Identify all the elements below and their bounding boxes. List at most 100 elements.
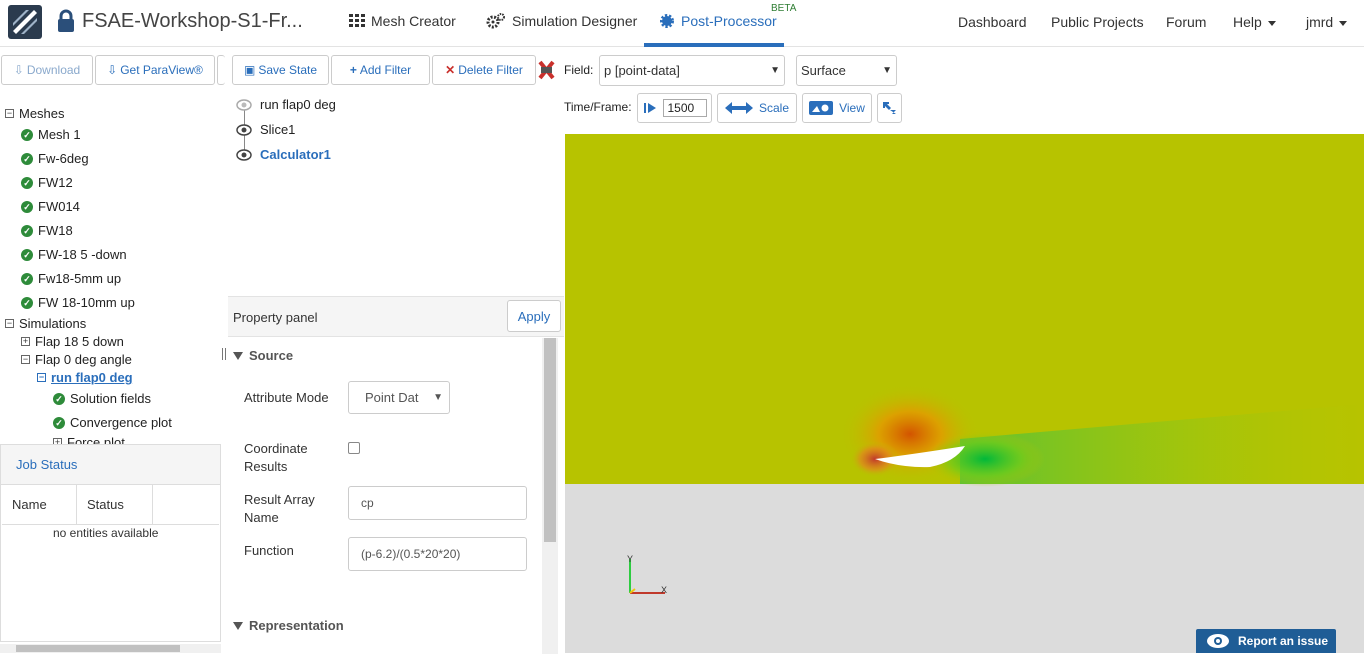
- extra-toolbar-button[interactable]: [217, 55, 225, 85]
- horizontal-arrows-icon: [724, 102, 753, 114]
- tree-result-item[interactable]: ✓ Solution fields: [53, 391, 151, 406]
- tree-label: FW 18-10mm up: [38, 295, 135, 310]
- tree-label: Flap 18 5 down: [35, 334, 124, 349]
- check-circle-icon: ✓: [21, 128, 33, 141]
- tree-meshes[interactable]: − Meshes: [5, 106, 65, 121]
- tree-label: Fw18-5mm up: [38, 271, 122, 286]
- field-select[interactable]: p [point-data] ▼: [599, 55, 785, 86]
- public-projects-link[interactable]: Public Projects: [1051, 14, 1144, 30]
- tree-label: run flap0 deg: [51, 370, 133, 385]
- tree-simulations[interactable]: − Simulations: [5, 316, 86, 331]
- time-frame-control[interactable]: 1500: [637, 93, 712, 123]
- 3d-viewport[interactable]: Y X: [565, 134, 1364, 653]
- column-header-name[interactable]: Name: [2, 485, 77, 525]
- tree-simulation-item[interactable]: + Flap 18 5 down: [21, 334, 124, 349]
- representation-select[interactable]: Surface ▼: [796, 55, 897, 86]
- delete-all-icon[interactable]: [538, 60, 555, 80]
- dropdown-arrow-icon: ▼: [433, 392, 443, 403]
- help-menu[interactable]: Help: [1233, 14, 1276, 30]
- tree-mesh-item[interactable]: ✓ FW12: [21, 175, 73, 190]
- frame-input[interactable]: 1500: [662, 99, 707, 117]
- result-array-name-input[interactable]: cp: [348, 486, 527, 520]
- delete-filter-button[interactable]: ✕ Delete Filter: [432, 55, 536, 85]
- save-state-button[interactable]: ▣ Save State: [232, 55, 329, 85]
- pipeline-item[interactable]: Slice1: [236, 122, 295, 137]
- tree-run-item[interactable]: − run flap0 deg: [37, 370, 133, 385]
- scrollbar-thumb[interactable]: [544, 338, 556, 542]
- user-name: jmrd: [1306, 14, 1334, 30]
- get-paraview-button[interactable]: ⇩ Get ParaView®: [95, 55, 215, 85]
- tree-simulation-item[interactable]: − Flap 0 deg angle: [21, 352, 132, 367]
- reset-camera-button[interactable]: [877, 93, 902, 123]
- forum-link[interactable]: Forum: [1166, 14, 1206, 30]
- function-input[interactable]: (p-6.2)/(0.5*20*20): [348, 537, 527, 571]
- triangle-down-icon: [233, 351, 243, 360]
- check-circle-icon: ✓: [53, 392, 65, 405]
- coordinate-results-label: Coordinate Results: [244, 441, 308, 474]
- check-circle-icon: ✓: [21, 272, 33, 285]
- source-section-header[interactable]: Source: [233, 348, 293, 363]
- expand-icon[interactable]: +: [21, 337, 30, 346]
- collapse-icon[interactable]: −: [5, 319, 14, 328]
- tree-label: Convergence plot: [70, 415, 172, 430]
- job-status-panel: Job Status Name Status no entities avail…: [0, 444, 221, 642]
- axis-y-label: Y: [627, 554, 633, 564]
- column-header-status[interactable]: Status: [77, 485, 153, 525]
- apply-button[interactable]: Apply: [507, 300, 561, 332]
- coordinate-results-checkbox[interactable]: [348, 442, 360, 454]
- tree-mesh-item[interactable]: ✓ Mesh 1: [21, 127, 81, 142]
- horizontal-scrollbar[interactable]: [0, 644, 221, 653]
- download-button[interactable]: ⇩ Download: [1, 55, 93, 85]
- close-icon: ✕: [445, 63, 456, 77]
- dropdown-arrow-icon: ▼: [882, 65, 892, 76]
- check-circle-icon: ✓: [21, 296, 33, 309]
- attribute-mode-select[interactable]: Point Dat ▼: [348, 381, 450, 414]
- eye-icon[interactable]: [236, 148, 252, 161]
- tree-label: FW-18 5 -down: [38, 247, 127, 262]
- tree-label: Solution fields: [70, 391, 151, 406]
- report-issue-label: Report an issue: [1238, 634, 1329, 648]
- collapse-icon[interactable]: −: [37, 373, 46, 382]
- time-frame-label: Time/Frame:: [564, 100, 632, 114]
- vertical-scrollbar[interactable]: [542, 338, 558, 654]
- collapse-icon[interactable]: −: [21, 355, 30, 364]
- check-circle-icon: ✓: [21, 224, 33, 237]
- user-menu[interactable]: jmrd: [1306, 14, 1348, 30]
- view-button[interactable]: View: [802, 93, 872, 123]
- tree-mesh-item[interactable]: ✓ FW 18-10mm up: [21, 295, 135, 310]
- beta-badge: BETA: [771, 3, 797, 14]
- report-issue-button[interactable]: Report an issue: [1196, 629, 1336, 653]
- project-title[interactable]: FSAE-Workshop-S1-Fr...: [82, 10, 303, 33]
- tree-mesh-item[interactable]: ✓ Fw-6deg: [21, 151, 89, 166]
- tree-mesh-item[interactable]: ✓ FW-18 5 -down: [21, 247, 127, 262]
- function-label: Function: [244, 543, 294, 558]
- representation-section-header[interactable]: Representation: [233, 618, 344, 633]
- check-circle-icon: ✓: [21, 176, 33, 189]
- tab-post-processor[interactable]: Post-Processor: [659, 13, 777, 29]
- camera-view-icon: [809, 101, 834, 115]
- tab-mesh-creator[interactable]: Mesh Creator: [349, 13, 456, 29]
- collapse-icon[interactable]: −: [5, 109, 14, 118]
- pipeline-item[interactable]: run flap0 deg: [236, 97, 336, 112]
- play-icon[interactable]: [643, 101, 657, 115]
- tree-result-item[interactable]: ✓ Convergence plot: [53, 415, 172, 430]
- tree-mesh-item[interactable]: ✓ FW014: [21, 199, 80, 214]
- tree-mesh-item[interactable]: ✓ Fw18-5mm up: [21, 271, 121, 286]
- scale-button[interactable]: Scale: [717, 93, 797, 123]
- tree-result-item[interactable]: + Force plot: [53, 435, 125, 444]
- tab-simulation-designer[interactable]: Simulation Designer: [486, 13, 637, 29]
- dashboard-link[interactable]: Dashboard: [958, 14, 1027, 30]
- add-filter-button[interactable]: + Add Filter: [331, 55, 430, 85]
- tree-label: Mesh 1: [38, 127, 81, 142]
- empty-message: no entities available: [53, 526, 159, 540]
- pipeline-item-selected[interactable]: Calculator1: [236, 147, 331, 162]
- grid-icon: [349, 14, 365, 27]
- eye-icon[interactable]: [236, 98, 252, 111]
- simscale-logo[interactable]: [8, 5, 42, 39]
- tree-mesh-item[interactable]: ✓ FW18: [21, 223, 73, 238]
- add-filter-label: Add Filter: [359, 63, 412, 77]
- scrollbar-thumb[interactable]: [16, 645, 180, 652]
- property-panel: Property panel Apply Source Attribute Mo…: [228, 296, 564, 654]
- panel-resize-handle[interactable]: [222, 348, 226, 360]
- eye-icon[interactable]: [236, 123, 252, 136]
